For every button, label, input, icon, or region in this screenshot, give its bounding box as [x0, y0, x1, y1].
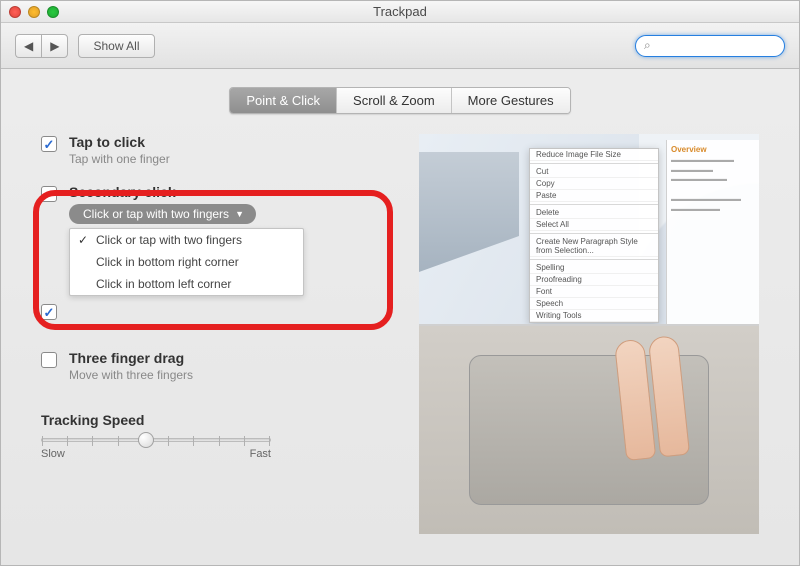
content-area: Tap to click Tap with one finger Seconda…: [1, 114, 799, 544]
option-three-finger-drag: Three finger drag Move with three finger…: [41, 350, 401, 382]
context-menu-item: Writing Tools: [530, 310, 658, 322]
option-title: Tap to click: [69, 134, 170, 150]
nav-buttons: ◀ ▶: [15, 34, 68, 58]
menu-item-bottom-right[interactable]: Click in bottom right corner: [70, 251, 303, 273]
preview-trackpad: [419, 326, 759, 534]
tab-label: Point & Click: [246, 93, 320, 108]
option-secondary-click: Secondary click Click or tap with two fi…: [41, 184, 401, 296]
context-menu-item: Paste: [530, 190, 658, 202]
menu-item-label: Click in bottom left corner: [96, 277, 231, 291]
tab-label: Scroll & Zoom: [353, 93, 435, 108]
context-menu-item: Select All: [530, 219, 658, 231]
context-menu-item: Cut: [530, 166, 658, 178]
dropdown-selected-label: Click or tap with two fingers: [83, 207, 229, 221]
menu-item-bottom-left[interactable]: Click in bottom left corner: [70, 273, 303, 295]
menu-item-label: Click in bottom right corner: [96, 255, 239, 269]
option-tap-to-click: Tap to click Tap with one finger: [41, 134, 401, 166]
chevron-left-icon: ◀: [24, 39, 33, 53]
context-menu-item: Copy: [530, 178, 658, 190]
tab-scroll-and-zoom[interactable]: Scroll & Zoom: [337, 88, 452, 113]
secondary-click-menu: ✓ Click or tap with two fingers Click in…: [69, 228, 304, 296]
preview-desktop: Reduce Image File Size Cut Copy Paste De…: [419, 134, 759, 324]
tab-label: More Gestures: [468, 93, 554, 108]
preview-background-image: [419, 152, 519, 272]
tracking-speed-label: Tracking Speed: [41, 412, 401, 428]
search-icon: ⌕: [644, 38, 651, 53]
window-title: Trackpad: [1, 4, 799, 19]
context-menu-item: Font: [530, 286, 658, 298]
preview-context-menu: Reduce Image File Size Cut Copy Paste De…: [529, 148, 659, 323]
forward-button[interactable]: ▶: [41, 34, 68, 58]
tab-bar: Point & Click Scroll & Zoom More Gesture…: [1, 87, 799, 114]
options-panel: Tap to click Tap with one finger Seconda…: [41, 134, 401, 534]
checkbox-three-finger-drag[interactable]: [41, 352, 57, 368]
option-partial-visible: [41, 302, 401, 320]
context-menu-item: Create New Paragraph Style from Selectio…: [530, 236, 658, 257]
tab-point-and-click[interactable]: Point & Click: [230, 88, 337, 113]
option-title: Secondary click: [69, 184, 304, 200]
option-subtitle: Move with three fingers: [69, 368, 193, 382]
checkbox-secondary-click[interactable]: [41, 186, 57, 202]
fingers-illustration: [614, 335, 690, 461]
context-menu-item: Reduce Image File Size: [530, 149, 658, 161]
context-menu-item: Delete: [530, 207, 658, 219]
checkbox-tap-to-click[interactable]: [41, 136, 57, 152]
menu-item-two-fingers[interactable]: ✓ Click or tap with two fingers: [70, 229, 303, 251]
chevron-down-icon: ▼: [235, 209, 244, 219]
gesture-preview: Reduce Image File Size Cut Copy Paste De…: [419, 134, 759, 534]
secondary-click-dropdown[interactable]: Click or tap with two fingers ▼: [69, 204, 256, 224]
tab-more-gestures[interactable]: More Gestures: [452, 88, 570, 113]
trackpad-illustration: [469, 355, 709, 505]
show-all-button[interactable]: Show All: [78, 34, 154, 58]
chevron-right-icon: ▶: [50, 39, 59, 53]
search-input[interactable]: [655, 39, 776, 53]
slider-knob[interactable]: [138, 432, 154, 448]
titlebar: Trackpad: [1, 1, 799, 23]
side-panel-heading: Overview: [671, 145, 707, 154]
option-subtitle: Tap with one finger: [69, 152, 170, 166]
context-menu-item: Speech: [530, 298, 658, 310]
preferences-window: Trackpad ◀ ▶ Show All ⌕ Point & Click Sc…: [0, 0, 800, 566]
slider-max-label: Fast: [250, 448, 271, 460]
option-title: Three finger drag: [69, 350, 193, 366]
context-menu-item: Proofreading: [530, 274, 658, 286]
toolbar: ◀ ▶ Show All ⌕: [1, 23, 799, 69]
context-menu-item: Spelling: [530, 262, 658, 274]
checkbox-partial[interactable]: [41, 304, 57, 320]
back-button[interactable]: ◀: [15, 34, 41, 58]
tracking-speed-slider[interactable]: [41, 438, 271, 442]
search-field[interactable]: ⌕: [635, 35, 785, 57]
show-all-label: Show All: [93, 39, 139, 53]
slider-min-label: Slow: [41, 448, 65, 460]
tracking-speed-section: Tracking Speed Slow Fast: [41, 412, 401, 460]
check-icon: ✓: [78, 233, 90, 247]
preview-side-panel: Overview ▬▬▬▬▬▬▬▬▬▬▬▬▬▬▬▬▬▬▬▬▬▬▬▬▬▬▬▬▬▬▬…: [666, 140, 759, 324]
menu-item-label: Click or tap with two fingers: [96, 233, 242, 247]
